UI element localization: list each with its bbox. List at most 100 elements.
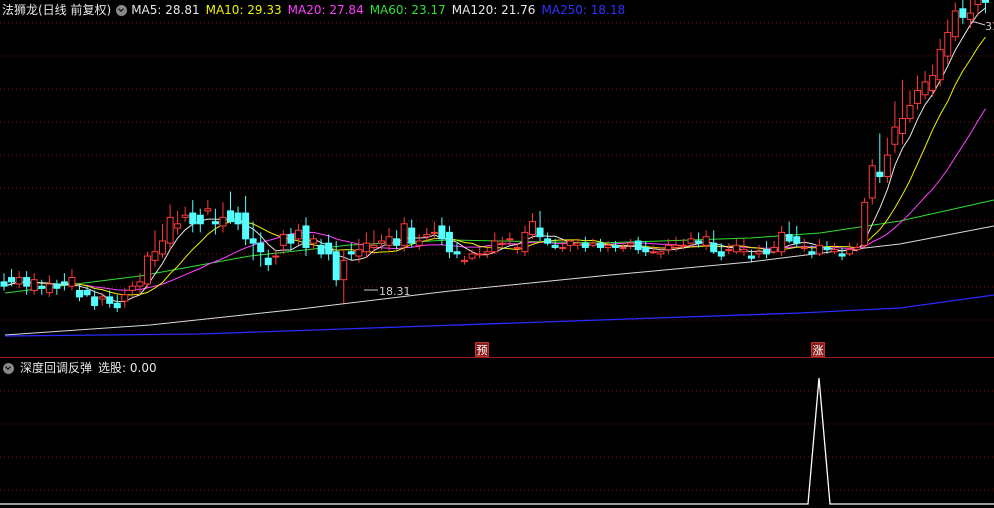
candle-body xyxy=(951,10,959,38)
candle-body xyxy=(227,210,234,223)
candle-body xyxy=(438,225,446,240)
candle-body xyxy=(15,277,23,285)
candle-body xyxy=(287,234,295,244)
candle-body xyxy=(944,31,952,57)
candle-body xyxy=(498,242,506,245)
candle-body xyxy=(400,223,408,246)
indicator-menu-icon[interactable] xyxy=(116,4,128,16)
signal-tag-yu[interactable]: 预 xyxy=(475,342,489,357)
candle-body xyxy=(294,229,302,240)
candle-body xyxy=(929,74,937,91)
candle-body xyxy=(581,242,589,248)
candle-body xyxy=(687,238,695,244)
candle-body xyxy=(91,296,99,306)
candle-body xyxy=(513,246,521,249)
candle-body xyxy=(189,212,197,225)
ma5-line xyxy=(3,7,986,303)
candle-body xyxy=(876,171,884,177)
candle-body xyxy=(340,259,348,281)
candle-body xyxy=(544,238,552,244)
candle-body xyxy=(196,214,204,225)
candle-body xyxy=(800,246,808,249)
candle-body xyxy=(740,249,748,253)
candle-body xyxy=(612,244,620,248)
candle-body xyxy=(702,236,710,246)
candle-body xyxy=(536,227,544,238)
candle-body xyxy=(60,281,68,285)
candle-body xyxy=(521,231,529,253)
candle-body xyxy=(279,234,287,246)
candle-body xyxy=(30,279,38,291)
price-panel[interactable]: 18.31 31 xyxy=(0,0,994,508)
candle-body xyxy=(891,126,899,145)
candle-body xyxy=(627,242,635,246)
sub-indicator-menu-icon[interactable] xyxy=(3,362,14,374)
signal-tag-zhang[interactable]: 涨 xyxy=(811,342,825,357)
candle-body xyxy=(423,234,431,238)
candle-body xyxy=(634,240,642,251)
candle-body xyxy=(657,251,665,255)
candle-body xyxy=(649,251,657,254)
candle-body xyxy=(664,244,672,251)
signal-line xyxy=(0,377,994,505)
candle-body xyxy=(302,225,310,248)
candle-body xyxy=(529,221,536,236)
candle-body xyxy=(732,244,740,253)
candle-body xyxy=(136,281,144,287)
candle-body xyxy=(936,49,944,81)
candle-body xyxy=(823,246,831,251)
candle-body xyxy=(566,240,574,246)
candle-body xyxy=(747,255,755,259)
candle-body xyxy=(272,255,280,258)
chart-window: 18.31 31 法狮龙(日线 前复权) MA5: 28.81 MA10: 29.… xyxy=(0,0,994,508)
candle-body xyxy=(710,242,718,253)
ma250-line xyxy=(4,294,994,337)
candle-body xyxy=(793,236,801,244)
candle-body xyxy=(211,221,219,225)
candle-body xyxy=(68,277,76,287)
candle-body xyxy=(181,214,189,218)
candle-body xyxy=(159,240,167,255)
candle-body xyxy=(385,236,393,246)
candle-body xyxy=(378,240,385,244)
candle-body xyxy=(143,255,151,285)
candle-body xyxy=(325,242,333,255)
candle-body xyxy=(966,12,974,21)
candle-body xyxy=(815,244,823,255)
candle-body xyxy=(468,253,476,259)
ma5-label: MA5: 28.81 xyxy=(131,3,200,17)
ma120-line xyxy=(4,225,994,336)
ma60-label: MA60: 23.17 xyxy=(369,3,446,17)
candle-body xyxy=(642,246,650,253)
ma20-label: MA20: 27.84 xyxy=(287,3,364,17)
candle-body xyxy=(838,253,846,257)
candle-body xyxy=(483,251,491,255)
candle-body xyxy=(831,249,838,253)
candle-body xyxy=(868,165,876,199)
candle-body xyxy=(166,216,174,244)
candle-body xyxy=(461,259,469,262)
candle-body xyxy=(725,249,733,252)
candle-body xyxy=(76,289,83,298)
main-panel-header: 法狮龙(日线 前复权) MA5: 28.81 MA10: 29.33 MA20:… xyxy=(0,0,631,20)
high-marker-line xyxy=(971,21,986,26)
candle-body xyxy=(151,251,159,261)
candle-body xyxy=(883,154,891,177)
candle-body xyxy=(219,216,227,227)
candle-body xyxy=(257,242,265,253)
candle-body xyxy=(347,251,355,255)
candle-body xyxy=(604,244,612,248)
candle-body xyxy=(846,249,854,255)
candle-body xyxy=(861,201,869,246)
candle-body xyxy=(619,246,627,249)
high-marker-label: 31 xyxy=(985,20,994,33)
candle-body xyxy=(8,277,16,283)
candle-body xyxy=(38,285,46,289)
ma20-line xyxy=(3,108,986,291)
candle-body xyxy=(355,249,363,257)
candle-body xyxy=(113,302,121,309)
candle-body xyxy=(204,208,212,212)
sub-panel-title: 深度回调反弹 xyxy=(20,361,93,375)
sub-panel-header: 深度回调反弹 选股: 0.00 xyxy=(0,358,163,378)
candle-body xyxy=(445,231,453,253)
